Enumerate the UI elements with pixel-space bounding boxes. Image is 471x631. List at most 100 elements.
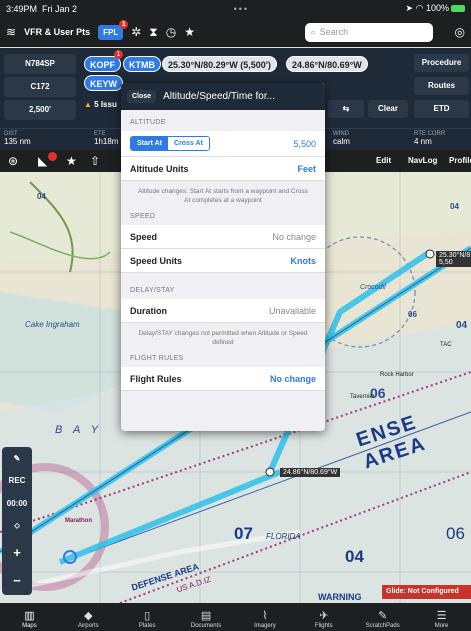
flight-rules-label: Flight Rules <box>130 373 182 384</box>
altitude-value[interactable]: 5,500 <box>293 139 316 149</box>
map-alt-label: 04 <box>450 202 459 211</box>
waypoint-keyw[interactable]: KEYW <box>84 75 123 91</box>
tab-imagery[interactable]: ⌇ Imagery <box>239 610 291 629</box>
tab-label: Documents <box>190 623 222 629</box>
reverse-route-button[interactable]: ⇆ <box>328 100 364 118</box>
etd-button[interactable]: ETD <box>414 100 469 118</box>
map-state-label: FLORIDA <box>266 532 301 541</box>
popover-header: Close Altitude/Speed/Time for... <box>121 83 325 110</box>
nearest-icon[interactable]: ★ <box>184 25 195 39</box>
duration-value: Unavailable <box>268 305 316 316</box>
status-time: 3:49PM <box>6 3 38 14</box>
tail-number-button[interactable]: N784SP <box>4 54 76 74</box>
cross-at-segment[interactable]: Cross At <box>168 137 209 150</box>
reverse-icon: ⇆ <box>342 104 350 113</box>
waypoint-map-tag: 24.86°N/80.69°W <box>280 468 341 477</box>
speed-units-value[interactable]: Knots <box>291 256 317 266</box>
draw-pen-icon[interactable]: ✎ <box>14 454 21 463</box>
tab-scratchpads[interactable]: ✎ ScratchPads <box>357 610 409 629</box>
tab-maps[interactable]: ▥ Maps <box>3 610 55 629</box>
layers-icon[interactable]: ≋ <box>6 25 16 39</box>
layers-button[interactable]: VFR & User Pts <box>24 27 90 37</box>
tab-label: More <box>434 623 449 629</box>
info-rte-corr: RTE CORR 4 nm <box>414 131 445 146</box>
glide-warning-banner[interactable]: Glide: Not Configured <box>382 585 471 599</box>
info-value: 135 nm <box>4 137 31 146</box>
waypoint-user-2[interactable]: 24.86°N/80.69°W <box>286 56 368 72</box>
share-icon[interactable]: ⇧ <box>90 154 100 168</box>
airport-label: Marathon <box>65 518 92 524</box>
zoom-out-button[interactable]: − <box>13 573 21 588</box>
altitude-note: Altitude changes: Start At starts from a… <box>138 188 308 204</box>
delay-note: Delay/STAY changes not permitted when Al… <box>138 330 308 346</box>
clear-button[interactable]: Clear <box>368 100 408 118</box>
wifi-icon: ◠ <box>415 3 424 13</box>
cruise-altitude-button[interactable]: 2,500' <box>4 100 76 120</box>
location-icon: ➤ <box>405 3 414 13</box>
help-icon[interactable]: ◎ <box>455 25 465 39</box>
warning-icon: ▲ <box>84 100 92 109</box>
record-button[interactable]: REC <box>9 476 26 485</box>
flights-icon: ✈ <box>319 610 329 622</box>
section-flight-rules: FLIGHT RULES <box>130 355 184 362</box>
tab-plates[interactable]: ▯ Plates <box>121 610 173 629</box>
navlog-button[interactable]: NavLog <box>408 156 437 165</box>
multitask-dots[interactable]: ••• <box>234 4 249 14</box>
flight-rules-row[interactable]: Flight Rules No change <box>121 367 325 391</box>
map-icon: ▥ <box>24 610 35 622</box>
documents-icon: ▤ <box>200 610 212 622</box>
search-input[interactable]: ⌕ Search <box>304 22 433 42</box>
routes-button[interactable]: Routes <box>414 77 469 95</box>
map-place-label: Crocodil <box>360 284 386 291</box>
close-button[interactable]: Close <box>127 90 157 103</box>
layers-badge <box>48 152 57 161</box>
tab-flights[interactable]: ✈ Flights <box>298 610 350 629</box>
aircraft-type-button[interactable]: C172 <box>4 77 76 97</box>
issues-indicator[interactable]: ▲ 5 Issu <box>84 100 117 109</box>
waypoint-ktmb[interactable]: KTMB <box>123 56 161 72</box>
status-bar: 3:49PM Fri Jan 2 ••• ➤ ◠ 100% <box>0 0 471 17</box>
settings-gear-icon[interactable]: ✲ <box>131 25 141 39</box>
start-cross-segmented-control: Start At Cross At <box>130 136 210 151</box>
procedure-advisor-icon[interactable]: ⧗ <box>149 25 157 40</box>
waypoint-user-1[interactable]: 25.30°N/80.29°W (5,500') <box>162 56 277 72</box>
altitude-units-row[interactable]: Altitude Units Feet <box>121 157 325 181</box>
speed-row[interactable]: Speed No change <box>121 225 325 249</box>
fpl-label: FPL <box>103 27 119 37</box>
tab-airports[interactable]: ◆ Airports <box>62 610 114 629</box>
speed-value[interactable]: No change <box>272 232 316 242</box>
altitude-units-value[interactable]: Feet <box>297 164 316 174</box>
procedure-button[interactable]: Procedure <box>414 54 469 72</box>
altitude-units-label: Altitude Units <box>130 163 189 174</box>
speed-units-row[interactable]: Speed Units Knots <box>121 249 325 273</box>
timer-icon[interactable]: ◷ <box>166 25 176 39</box>
favorite-star-icon[interactable]: ★ <box>66 154 77 168</box>
start-at-segment[interactable]: Start At <box>131 137 169 150</box>
waypoint-badge: 1 <box>114 50 123 59</box>
duration-label: Duration <box>130 305 167 316</box>
layers-stack-icon[interactable]: ◣ <box>38 154 47 168</box>
section-altitude: ALTITUDE <box>130 119 166 126</box>
waypoint-map-tag-alt: 5,50 <box>439 259 453 266</box>
track-up-icon[interactable]: ⬦ <box>14 521 20 531</box>
profile-button[interactable]: Profile <box>449 156 471 165</box>
fpl-badge: 1 <box>119 19 129 29</box>
map-left-controls: ✎ REC 00:00 ⬦ + − <box>2 447 32 595</box>
tab-label: Imagery <box>254 623 276 629</box>
section-delay: DELAY/STAY <box>130 287 175 294</box>
edit-button[interactable]: Edit <box>376 156 391 165</box>
map-tac-label: TAC <box>440 342 452 348</box>
issues-label: 5 Issu <box>94 100 117 109</box>
main-toolbar: ≋ VFR & User Pts FPL 1 ✲ ⧗ ◷ ★ ⌕ Search ◎ <box>0 17 471 47</box>
flight-rules-value[interactable]: No change <box>270 374 316 384</box>
info-wind: WIND calm <box>333 131 350 146</box>
plates-icon: ▯ <box>144 610 151 622</box>
tab-more[interactable]: ☰ More <box>416 610 468 629</box>
map-mode-icon[interactable]: ⊛ <box>8 154 18 168</box>
fpl-button[interactable]: FPL 1 <box>98 19 129 40</box>
bottom-tab-bar: ▥ Maps ◆ Airports ▯ Plates ▤ Documents ⌇ Imag… <box>0 603 471 631</box>
zoom-in-button[interactable]: + <box>13 545 21 560</box>
tab-label: Flights <box>314 623 333 629</box>
map-alt-label: 04 <box>345 547 364 566</box>
tab-documents[interactable]: ▤ Documents <box>180 610 232 629</box>
